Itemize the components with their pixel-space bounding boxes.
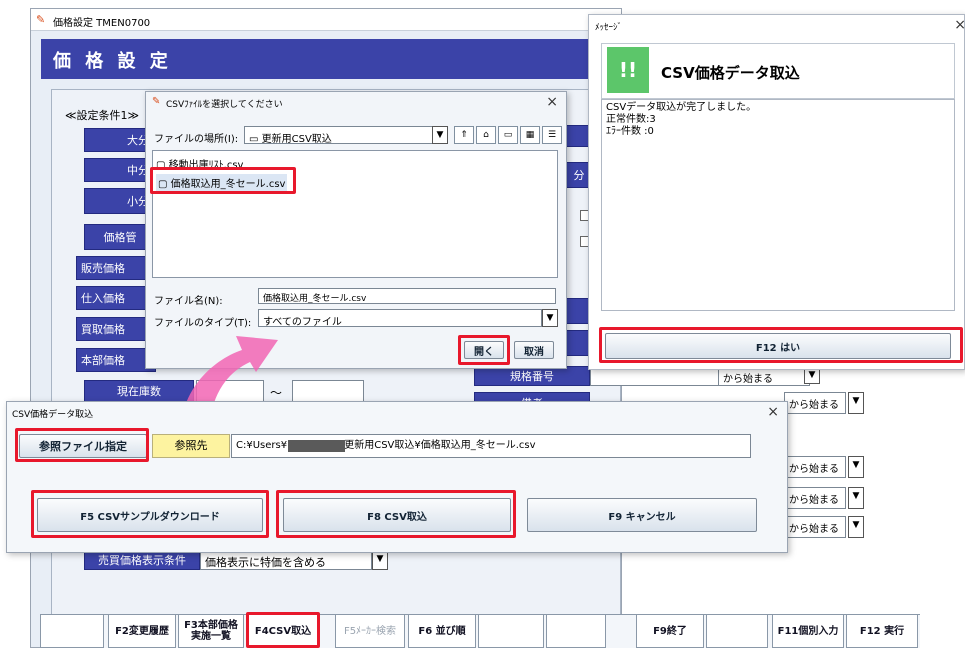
condition-title: ≪設定条件1≫ (65, 109, 140, 122)
message-heading: CSV価格データ取込 (661, 64, 800, 82)
kikaku-label: 規格番号 (474, 366, 590, 386)
message-line: CSVデータ取込が完了しました。 (606, 102, 757, 113)
filename-label: ファイル名(N): (154, 296, 223, 307)
chevron-down-icon[interactable]: ▼ (432, 126, 448, 144)
up-folder-icon[interactable]: ⇑ (454, 126, 474, 144)
fkey-blank-1 (40, 614, 104, 648)
highlight-file (150, 167, 296, 194)
start-select-4[interactable]: から始まる (784, 516, 846, 538)
new-folder-icon[interactable]: ▭ (498, 126, 518, 144)
message-line: 正常件数:3 (606, 114, 656, 125)
ref-label: 参照先 (152, 434, 230, 458)
fkey-f2[interactable]: F2変更履歴 (108, 614, 176, 648)
location-select[interactable]: ▭ 更新用CSV取込 (244, 126, 438, 144)
list-view-icon[interactable]: ▦ (520, 126, 540, 144)
ref-path: C:¥Users¥ ¥Desktop¥更新用CSV取込¥価格取込用_冬セール.c… (236, 440, 536, 451)
details-view-icon[interactable]: ☰ (542, 126, 562, 144)
fkey-f3[interactable]: F3本部価格実施一覧 (178, 614, 244, 648)
baika-label: 売買価格表示条件 (84, 550, 200, 570)
fkey-blank-3 (546, 614, 606, 648)
message-dialog: ﾒｯｾｰｼﾞ × !! CSV価格データ取込 CSVデータ取込が完了しました。 … (588, 14, 965, 370)
chevron-down-icon[interactable]: ▼ (542, 309, 558, 327)
highlight-ok (599, 327, 963, 363)
alert-icon: !! (607, 47, 649, 93)
cond-btn-hanbai[interactable]: 販売価格 (76, 256, 156, 280)
fkey-blank-2 (478, 614, 544, 648)
page-header: 価 格 設 定 (41, 39, 621, 79)
message-body: CSVデータ取込が完了しました。 正常件数:3 ｴﾗｰ件数 :0 (601, 99, 955, 311)
fkey-f6[interactable]: F6 並び順 (408, 614, 476, 648)
app-icon: ✎ (152, 96, 161, 107)
file-cancel-button[interactable]: 取消 (514, 341, 554, 359)
cond-btn-shiire[interactable]: 仕入価格 (76, 286, 156, 310)
main-title: 価格設定 TMEN0700 (53, 18, 151, 29)
fkey-blank-4 (706, 614, 768, 648)
zaiko-to[interactable] (292, 380, 364, 402)
csv-dialog: CSV価格データ取込 × 参照ファイル指定 参照先 C:¥Users¥ ¥Des… (6, 401, 788, 553)
location-label: ファイルの場所(I): (154, 134, 239, 145)
main-titlebar: ✎ 価格設定 TMEN0700 (31, 9, 621, 31)
message-line: ｴﾗｰ件数 :0 (606, 126, 654, 137)
message-title: ﾒｯｾｰｼﾞ (595, 23, 623, 33)
start-select-1[interactable]: から始まる (784, 392, 846, 414)
csv-cancel-button[interactable]: F9 キャンセル (527, 498, 757, 532)
baika-select[interactable]: 価格表示に特価を含める (200, 550, 372, 570)
start-select-2[interactable]: から始まる (784, 456, 846, 478)
home-icon[interactable]: ⌂ (476, 126, 496, 144)
filetype-select[interactable]: すべてのファイル (258, 309, 542, 327)
highlight-open (458, 335, 510, 365)
app-icon: ✎ (36, 13, 46, 26)
chevron-down-icon[interactable]: ▼ (372, 550, 388, 570)
close-icon[interactable]: × (954, 17, 965, 33)
location-value: 更新用CSV取込 (261, 134, 332, 144)
fkey-f12[interactable]: F12 実行 (846, 614, 918, 648)
cond-btn-kaitori[interactable]: 買取価格 (76, 317, 156, 341)
start-select-3[interactable]: から始まる (784, 487, 846, 509)
fkey-f5[interactable]: F5ﾒｰｶｰ検索 (335, 614, 405, 648)
highlight-import (276, 490, 516, 538)
csv-dialog-title: CSV価格データ取込 (12, 410, 94, 420)
highlight-ref (15, 428, 149, 462)
close-icon[interactable]: × (767, 404, 779, 420)
file-dialog-title: CSVﾌｧｲﾙを選択してください (166, 100, 283, 110)
chevron-down-icon[interactable]: ▼ (848, 456, 864, 478)
folder-icon: ▭ (249, 134, 262, 144)
cond-btn-honbu[interactable]: 本部価格 (76, 348, 156, 372)
close-icon[interactable]: × (546, 94, 558, 110)
fkey-f9[interactable]: F9終了 (636, 614, 704, 648)
fkey-f11[interactable]: F11個別入力 (772, 614, 844, 648)
chevron-down-icon[interactable]: ▼ (848, 516, 864, 538)
filename-input[interactable]: 価格取込用_冬セール.csv (258, 288, 556, 304)
highlight-f4 (246, 612, 320, 648)
chevron-down-icon[interactable]: ▼ (848, 487, 864, 509)
page-title: 価 格 設 定 (53, 51, 172, 72)
highlight-sample (31, 490, 269, 538)
masked-username (288, 440, 345, 452)
chevron-down-icon[interactable]: ▼ (848, 392, 864, 414)
